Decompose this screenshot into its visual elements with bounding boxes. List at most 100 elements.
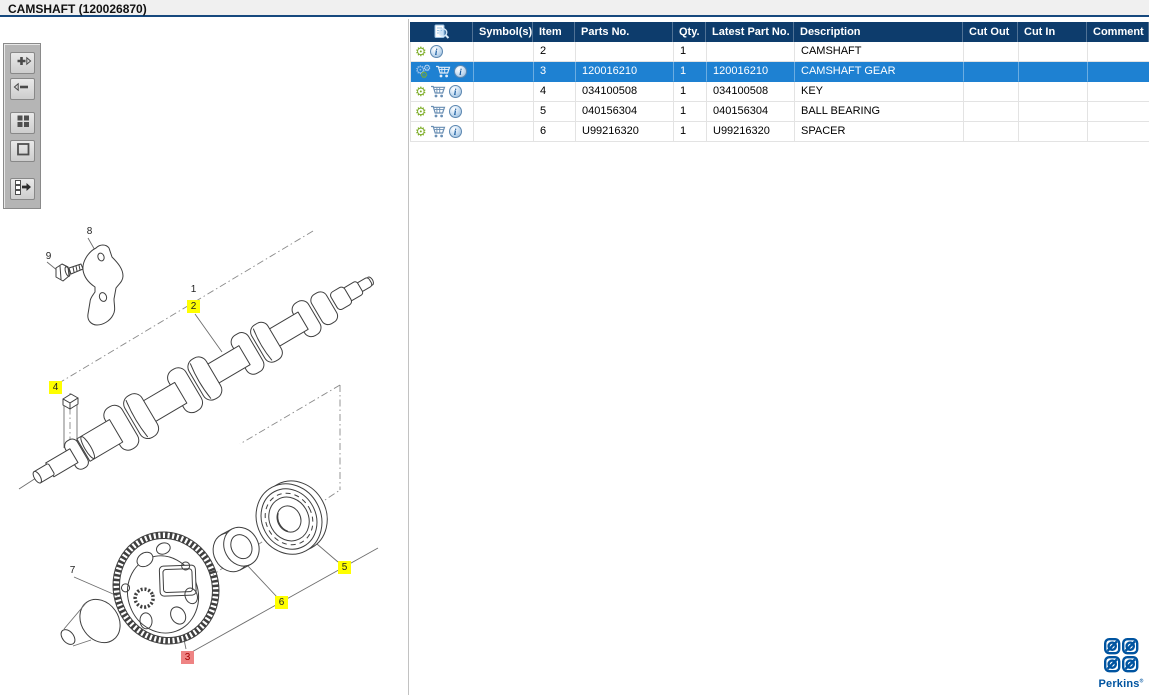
- cell-item[interactable]: 3: [534, 62, 576, 82]
- info-icon[interactable]: i: [448, 105, 462, 118]
- cell-symbols[interactable]: [474, 62, 534, 82]
- cell-description[interactable]: KEY: [795, 82, 964, 102]
- cell-item[interactable]: 4: [534, 82, 576, 102]
- cell-symbols[interactable]: [474, 122, 534, 142]
- cell-cut_in[interactable]: [1019, 62, 1088, 82]
- cell-item[interactable]: 6: [534, 122, 576, 142]
- cart-icon[interactable]: [430, 105, 446, 118]
- bracket-part: [82, 244, 124, 326]
- pane-divider: [408, 19, 409, 695]
- cell-description[interactable]: CAMSHAFT GEAR: [795, 62, 964, 82]
- info-icon[interactable]: i: [429, 45, 443, 58]
- table-row[interactable]: ⚙ i 4 034100508 1 034100508 KEY: [410, 82, 1149, 102]
- perkins-logo: Perkins®: [1096, 637, 1146, 690]
- cell-cut_in[interactable]: [1019, 42, 1088, 62]
- gear-icon[interactable]: ⚙: [415, 105, 427, 118]
- gear-icon[interactable]: ⚙: [415, 85, 427, 98]
- callout-4[interactable]: 4: [49, 381, 62, 394]
- callout-8[interactable]: 8: [83, 225, 96, 238]
- cell-cut_in[interactable]: [1019, 102, 1088, 122]
- cell-description[interactable]: CAMSHAFT: [795, 42, 964, 62]
- cell-comment[interactable]: [1088, 102, 1149, 122]
- header-cell-qty: Qty.: [673, 22, 706, 42]
- cell-icons[interactable]: ⚙ i: [411, 102, 474, 122]
- title-bar: CAMSHAFT (120026870): [0, 0, 1149, 17]
- cell-parts_no[interactable]: 040156304: [576, 102, 674, 122]
- zoom-out-button[interactable]: [10, 78, 35, 100]
- callout-1[interactable]: 1: [187, 283, 200, 296]
- cell-parts_no[interactable]: U99216320: [576, 122, 674, 142]
- table-row[interactable]: ⚙ ⚙ ⚙ i 3 120016210 1 120016210 CAMSHAFT GEAR: [410, 62, 1149, 82]
- info-icon[interactable]: i: [454, 65, 467, 78]
- cell-cut_in[interactable]: [1019, 82, 1088, 102]
- header-cell-parts_no: Parts No.: [575, 22, 673, 42]
- cell-icons[interactable]: ⚙ ⚙ ⚙ i: [411, 62, 474, 82]
- table-row[interactable]: ⚙ i 2 1 CAMSHAFT: [410, 42, 1149, 62]
- header-cell-latest_part_no: Latest Part No.: [706, 22, 794, 42]
- toggle-panel-button[interactable]: [10, 178, 35, 200]
- cell-parts_no[interactable]: 034100508: [576, 82, 674, 102]
- header-cell-icon: [410, 22, 473, 42]
- cell-cut_out[interactable]: [964, 82, 1019, 102]
- cell-comment[interactable]: [1088, 42, 1149, 62]
- gear-icon[interactable]: ⚙: [415, 45, 427, 58]
- zoom-in-button[interactable]: [10, 52, 35, 74]
- table-row[interactable]: ⚙ i 6 U99216320 1 U99216320 SPACER: [410, 122, 1149, 142]
- tile-view-button[interactable]: [10, 112, 35, 134]
- cell-latest_part_no[interactable]: U99216320: [707, 122, 795, 142]
- parts-table: Symbol(s) Item Parts No. Qty. Latest Part No…: [410, 22, 1149, 142]
- cell-comment[interactable]: [1088, 122, 1149, 142]
- cell-comment[interactable]: [1088, 62, 1149, 82]
- cell-latest_part_no[interactable]: 040156304: [707, 102, 795, 122]
- cell-icons[interactable]: ⚙ i: [411, 42, 474, 62]
- follower-part: [60, 598, 121, 647]
- callout-5[interactable]: 5: [338, 561, 351, 574]
- cart-icon[interactable]: [430, 85, 446, 98]
- cell-qty[interactable]: 1: [674, 122, 707, 142]
- cell-symbols[interactable]: [474, 42, 534, 62]
- cell-comment[interactable]: [1088, 82, 1149, 102]
- cell-cut_in[interactable]: [1019, 122, 1088, 142]
- cell-latest_part_no[interactable]: 120016210: [707, 62, 795, 82]
- gear-icon[interactable]: ⚙: [415, 125, 427, 138]
- cell-icons[interactable]: ⚙ i: [411, 122, 474, 142]
- cell-qty[interactable]: 1: [674, 102, 707, 122]
- table-row[interactable]: ⚙ i 5 040156304 1 040156304 BALL BEARING: [410, 102, 1149, 122]
- cell-cut_out[interactable]: [964, 42, 1019, 62]
- key-part: [62, 393, 79, 410]
- cell-parts_no[interactable]: [576, 42, 674, 62]
- callout-9[interactable]: 9: [42, 250, 55, 263]
- cell-qty[interactable]: 1: [674, 42, 707, 62]
- perkins-logo-icon: [1104, 638, 1139, 673]
- callout-7[interactable]: 7: [66, 564, 79, 577]
- callout-3[interactable]: 3: [181, 651, 194, 664]
- cell-parts_no[interactable]: 120016210: [576, 62, 674, 82]
- info-icon[interactable]: i: [448, 85, 462, 98]
- header-cell-description: Description: [794, 22, 963, 42]
- cell-cut_out[interactable]: [964, 122, 1019, 142]
- gear-cluster-icon[interactable]: ⚙ ⚙ ⚙: [415, 63, 432, 80]
- exploded-view-diagram: [18, 230, 379, 654]
- callout-6[interactable]: 6: [275, 596, 288, 609]
- cell-qty[interactable]: 1: [674, 82, 707, 102]
- cell-icons[interactable]: ⚙ i: [411, 82, 474, 102]
- cell-latest_part_no[interactable]: [707, 42, 795, 62]
- cell-cut_out[interactable]: [964, 62, 1019, 82]
- cell-description[interactable]: SPACER: [795, 122, 964, 142]
- bolt-part: [55, 263, 84, 282]
- cell-qty[interactable]: 1: [674, 62, 707, 82]
- cart-icon[interactable]: [430, 125, 446, 138]
- fit-view-button[interactable]: [10, 140, 35, 162]
- header-cell-cut_out: Cut Out: [963, 22, 1018, 42]
- callout-2[interactable]: 2: [187, 300, 200, 313]
- cell-cut_out[interactable]: [964, 102, 1019, 122]
- info-icon[interactable]: i: [448, 125, 462, 138]
- cell-item[interactable]: 5: [534, 102, 576, 122]
- cell-item[interactable]: 2: [534, 42, 576, 62]
- cell-symbols[interactable]: [474, 82, 534, 102]
- cell-description[interactable]: BALL BEARING: [795, 102, 964, 122]
- cell-latest_part_no[interactable]: 034100508: [707, 82, 795, 102]
- cell-symbols[interactable]: [474, 102, 534, 122]
- page-title: CAMSHAFT (120026870): [8, 2, 147, 16]
- cart-icon[interactable]: [435, 65, 451, 78]
